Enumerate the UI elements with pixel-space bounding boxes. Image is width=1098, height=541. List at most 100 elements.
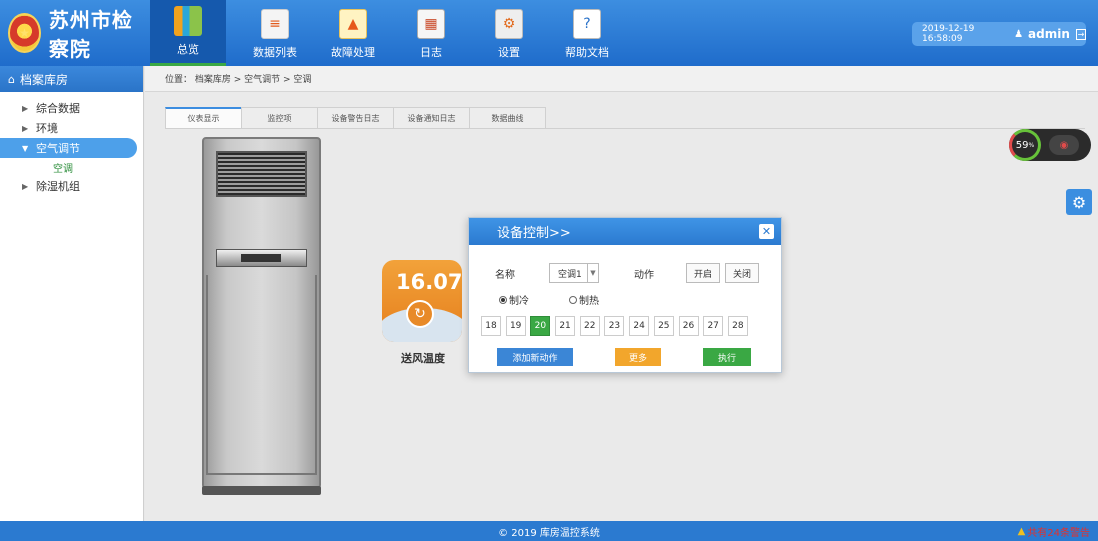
temp-button[interactable]: 18 bbox=[481, 316, 501, 336]
nav-settings[interactable]: ⚙ 设置 bbox=[470, 0, 548, 66]
chevron-right-icon: ▶ bbox=[22, 181, 29, 191]
humidity-value: 59 bbox=[1015, 139, 1029, 151]
supply-air-temp-label: 送风温度 bbox=[401, 352, 445, 365]
mode-heat-radio[interactable]: 制热 bbox=[569, 292, 599, 307]
list-icon: ≡ bbox=[261, 9, 289, 39]
execute-button[interactable]: 执行 bbox=[703, 348, 751, 366]
modal-header: 设备控制>> ✕ bbox=[469, 218, 781, 245]
nav-label: 日志 bbox=[420, 46, 442, 59]
sidebar-item-summary[interactable]: ▶ 综合数据 bbox=[0, 98, 143, 118]
sidebar-item-air-conditioning[interactable]: ▼ 空气调节 bbox=[0, 138, 137, 158]
close-icon[interactable]: ✕ bbox=[759, 224, 774, 239]
chevron-down-icon: ▼ bbox=[587, 264, 598, 282]
temp-button[interactable]: 26 bbox=[678, 316, 699, 336]
radio-dot-selected bbox=[499, 295, 507, 304]
user-bar: 2019-12-19 16:58:09 ♟ admin → bbox=[912, 22, 1086, 46]
main-nav: 总览 ≡ 数据列表 ▲ 故障处理 ▦ 日志 ⚙ 设置 ? 帮助文档 bbox=[150, 0, 626, 66]
mode-cool-radio[interactable]: 制冷 bbox=[499, 292, 529, 307]
warning-triangle-icon: ▲ bbox=[1017, 526, 1026, 537]
tab-gauge[interactable]: 仪表显示 bbox=[165, 107, 242, 128]
sidebar-title-label: 档案库房 bbox=[19, 72, 68, 87]
humidity-ring: 59% bbox=[1009, 129, 1041, 161]
emblem-logo: ★ bbox=[8, 13, 41, 53]
temp-button[interactable]: 21 bbox=[555, 316, 576, 336]
sidebar-item-label: 空气调节 bbox=[36, 142, 80, 155]
sidebar-item-label: 综合数据 bbox=[36, 102, 80, 115]
temp-button[interactable]: 23 bbox=[604, 316, 625, 336]
temperature-picker: 18 19 20 21 22 23 24 25 26 27 28 bbox=[481, 316, 753, 336]
footer: © 2019 库房温控系统 ▲ 共有24条警告 bbox=[0, 521, 1098, 541]
chevron-down-icon: ▼ bbox=[22, 143, 29, 153]
mode-heat-label: 制热 bbox=[579, 296, 599, 307]
turn-on-button[interactable]: 开启 bbox=[686, 263, 721, 283]
temp-button[interactable]: 27 bbox=[703, 316, 724, 336]
more-button[interactable]: 更多 bbox=[615, 348, 661, 366]
temp-button[interactable]: 22 bbox=[579, 316, 600, 336]
books-icon bbox=[174, 6, 202, 36]
sidebar-item-dehumidifier[interactable]: ▶ 除湿机组 bbox=[0, 176, 143, 196]
nav-label: 帮助文档 bbox=[565, 46, 609, 59]
tab-notice-log[interactable]: 设备通知日志 bbox=[393, 107, 470, 128]
sidebar-item-environment[interactable]: ▶ 环境 bbox=[0, 118, 143, 138]
tab-warning-log[interactable]: 设备警告日志 bbox=[317, 107, 394, 128]
username[interactable]: admin bbox=[1028, 27, 1070, 41]
copyright: © 2019 库房温控系统 bbox=[498, 527, 600, 539]
sidebar: ⌂ 档案库房 ▶ 综合数据 ▶ 环境 ▼ 空气调节 空调 ▶ 除湿机组 bbox=[0, 66, 144, 521]
control-row: 名称 空调1 ▼ 动作 开启 关闭 bbox=[495, 263, 764, 283]
ac-control-panel bbox=[216, 249, 307, 267]
site-title: 苏州市检察院 bbox=[48, 8, 133, 61]
nav-label: 总览 bbox=[177, 43, 199, 56]
logo-area: ★ 苏州市检察院 bbox=[0, 0, 150, 66]
temp-button[interactable]: 24 bbox=[629, 316, 650, 336]
action-label: 动作 bbox=[634, 269, 654, 281]
tab-monitor[interactable]: 监控项 bbox=[241, 107, 318, 128]
tab-bar: 仪表显示 监控项 设备警告日志 设备通知日志 数据曲线 bbox=[165, 107, 546, 128]
warning-count: 共有24条警告 bbox=[1027, 528, 1090, 539]
sidebar-subitem-ac[interactable]: 空调 bbox=[0, 158, 143, 176]
ac-frame bbox=[206, 275, 317, 475]
humidity-unit: % bbox=[1028, 141, 1035, 149]
mode-row: 制冷 制热 bbox=[499, 292, 639, 307]
nav-label: 设置 bbox=[498, 46, 520, 59]
device-control-modal: 设备控制>> ✕ 名称 空调1 ▼ 动作 开启 关闭 制冷 制热 18 19 2… bbox=[468, 217, 782, 373]
tab-divider bbox=[165, 128, 1085, 129]
nav-fault[interactable]: ▲ 故障处理 bbox=[314, 0, 392, 66]
gear-icon: ⚙ bbox=[495, 9, 523, 39]
sidebar-item-label: 除湿机组 bbox=[36, 180, 80, 193]
chevron-right-icon: ▶ bbox=[22, 123, 29, 133]
air-conditioner-image bbox=[202, 137, 321, 495]
warning-icon: ▲ bbox=[339, 9, 367, 39]
help-doc-icon: ? bbox=[573, 9, 601, 39]
breadcrumb: 位置： 档案库房 > 空气调节 > 空调 bbox=[145, 66, 1098, 92]
supply-air-temp-value: 16.07 bbox=[396, 270, 462, 294]
radio-dot bbox=[569, 295, 577, 304]
warning-count-link[interactable]: ▲ 共有24条警告 bbox=[1018, 524, 1090, 539]
turn-off-button[interactable]: 关闭 bbox=[725, 263, 760, 283]
humidity-widget: 59% ◉ bbox=[1009, 129, 1091, 161]
top-header: ★ 苏州市检察院 总览 ≡ 数据列表 ▲ 故障处理 ▦ 日志 ⚙ 设置 ? 帮助… bbox=[0, 0, 1098, 66]
nav-log[interactable]: ▦ 日志 bbox=[392, 0, 470, 66]
sidebar-item-label: 环境 bbox=[36, 122, 58, 135]
chevron-right-icon: ▶ bbox=[22, 103, 29, 113]
nav-data-list[interactable]: ≡ 数据列表 bbox=[236, 0, 314, 66]
user-icon: ♟ bbox=[1014, 28, 1024, 40]
logout-icon[interactable]: → bbox=[1075, 28, 1086, 40]
supply-air-temp-card: 16.07 ↻ bbox=[382, 260, 462, 342]
temp-button-selected[interactable]: 20 bbox=[530, 316, 551, 336]
temp-button[interactable]: 25 bbox=[653, 316, 674, 336]
device-select[interactable]: 空调1 ▼ bbox=[549, 263, 599, 283]
temp-button[interactable]: 28 bbox=[727, 316, 748, 336]
sidebar-title[interactable]: ⌂ 档案库房 bbox=[0, 66, 143, 92]
add-action-button[interactable]: 添加新动作 bbox=[497, 348, 573, 366]
nav-help[interactable]: ? 帮助文档 bbox=[548, 0, 626, 66]
calendar-icon: ▦ bbox=[417, 9, 445, 39]
tab-data-curve[interactable]: 数据曲线 bbox=[469, 107, 546, 128]
mode-cool-label: 制冷 bbox=[509, 296, 529, 307]
nav-label: 数据列表 bbox=[253, 46, 297, 59]
temp-button[interactable]: 19 bbox=[505, 316, 526, 336]
wifi-off-icon: ◉ bbox=[1049, 135, 1079, 155]
datetime: 2019-12-19 16:58:09 bbox=[922, 24, 975, 44]
settings-gear-button[interactable]: ⚙ bbox=[1066, 189, 1092, 215]
nav-overview[interactable]: 总览 bbox=[150, 0, 226, 66]
modal-title: 设备控制>> bbox=[497, 226, 571, 241]
